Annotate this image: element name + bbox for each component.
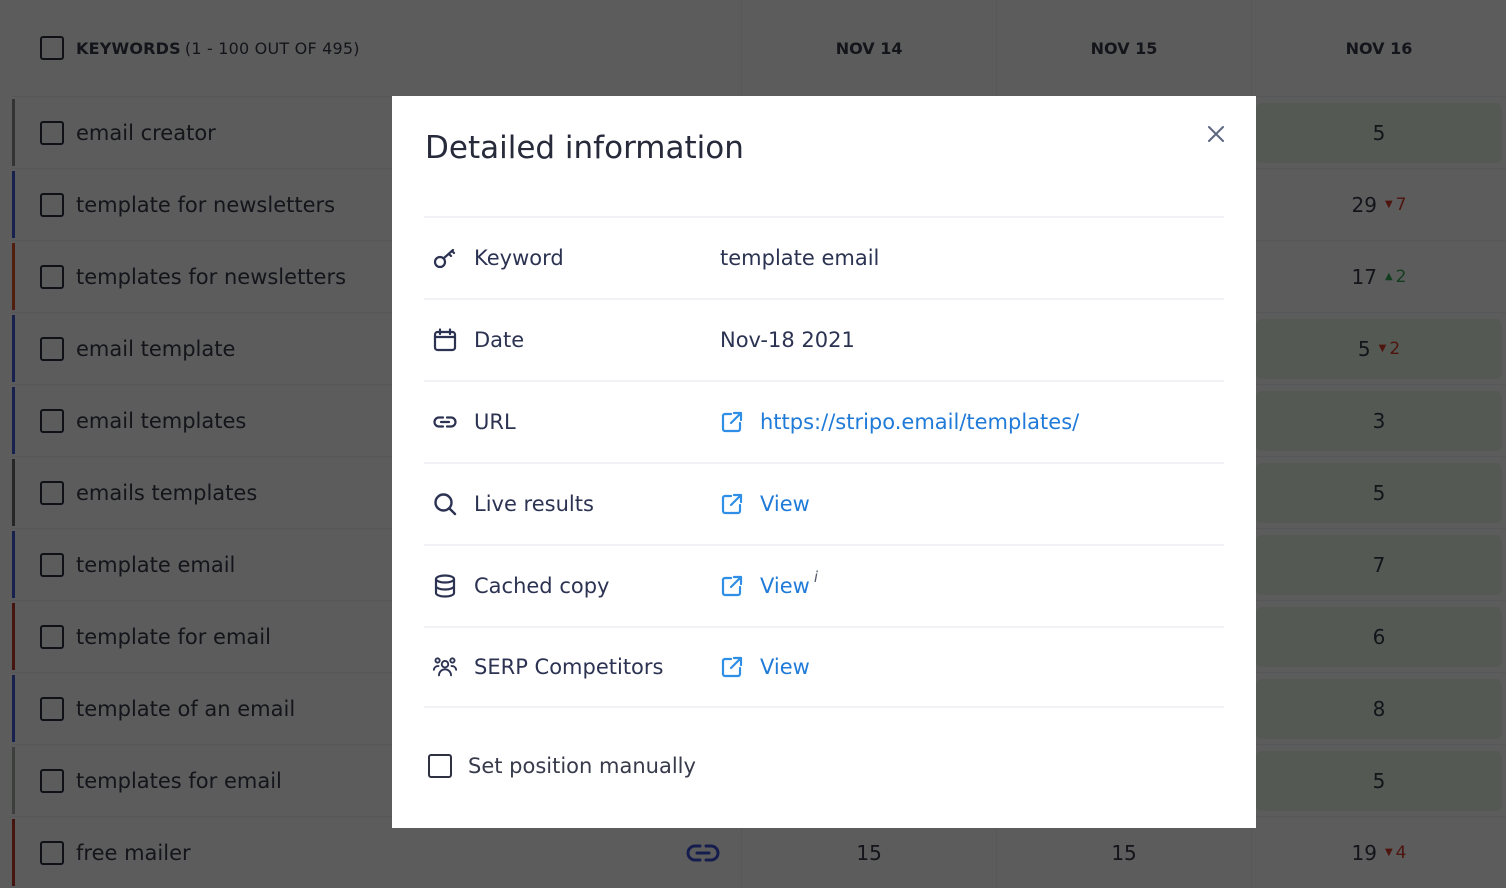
calendar-icon [432, 327, 458, 353]
detail-label: Date [474, 328, 525, 352]
users-icon [432, 654, 458, 680]
set-position-manually-checkbox[interactable] [428, 754, 452, 778]
detailed-information-dialog: Detailed information Keyword template em… [392, 96, 1256, 828]
key-icon [432, 245, 458, 271]
live-results-view-link[interactable]: View [760, 492, 810, 516]
detail-row-url: URL https://stripo.email/templates/ [424, 380, 1224, 462]
url-link[interactable]: https://stripo.email/templates/ [760, 410, 1079, 434]
detail-row-keyword: Keyword template email [424, 216, 1224, 298]
serp-competitors-view-link[interactable]: View [760, 655, 810, 679]
detail-row-live-results: Live results View [424, 462, 1224, 544]
detail-row-cached-copy: Cached copy View i [424, 544, 1224, 626]
detail-label: Live results [474, 492, 594, 516]
detail-label: URL [474, 410, 516, 434]
date-value: Nov-18 2021 [720, 328, 855, 352]
close-icon [1208, 126, 1224, 142]
external-link-icon[interactable] [720, 492, 744, 516]
info-icon[interactable]: i [814, 568, 818, 586]
external-link-icon[interactable] [720, 410, 744, 434]
keyword-value: template email [720, 246, 880, 270]
set-position-manually-option[interactable]: Set position manually [428, 754, 696, 778]
external-link-icon[interactable] [720, 655, 744, 679]
detail-row-date: Date Nov-18 2021 [424, 298, 1224, 380]
database-icon [432, 573, 458, 599]
detail-label: SERP Competitors [474, 655, 664, 679]
cached-copy-view-link[interactable]: View [760, 574, 810, 598]
set-position-manually-label: Set position manually [468, 754, 696, 778]
close-button[interactable] [1204, 122, 1228, 146]
detail-label: Keyword [474, 246, 564, 270]
detail-label: Cached copy [474, 574, 610, 598]
detail-row-serp-competitors: SERP Competitors View [424, 626, 1224, 708]
detail-list: Keyword template email Date Nov-18 2021 [424, 216, 1224, 708]
external-link-icon[interactable] [720, 574, 744, 598]
link-icon [432, 409, 458, 435]
search-icon [432, 491, 458, 517]
dialog-title: Detailed information [425, 130, 744, 166]
